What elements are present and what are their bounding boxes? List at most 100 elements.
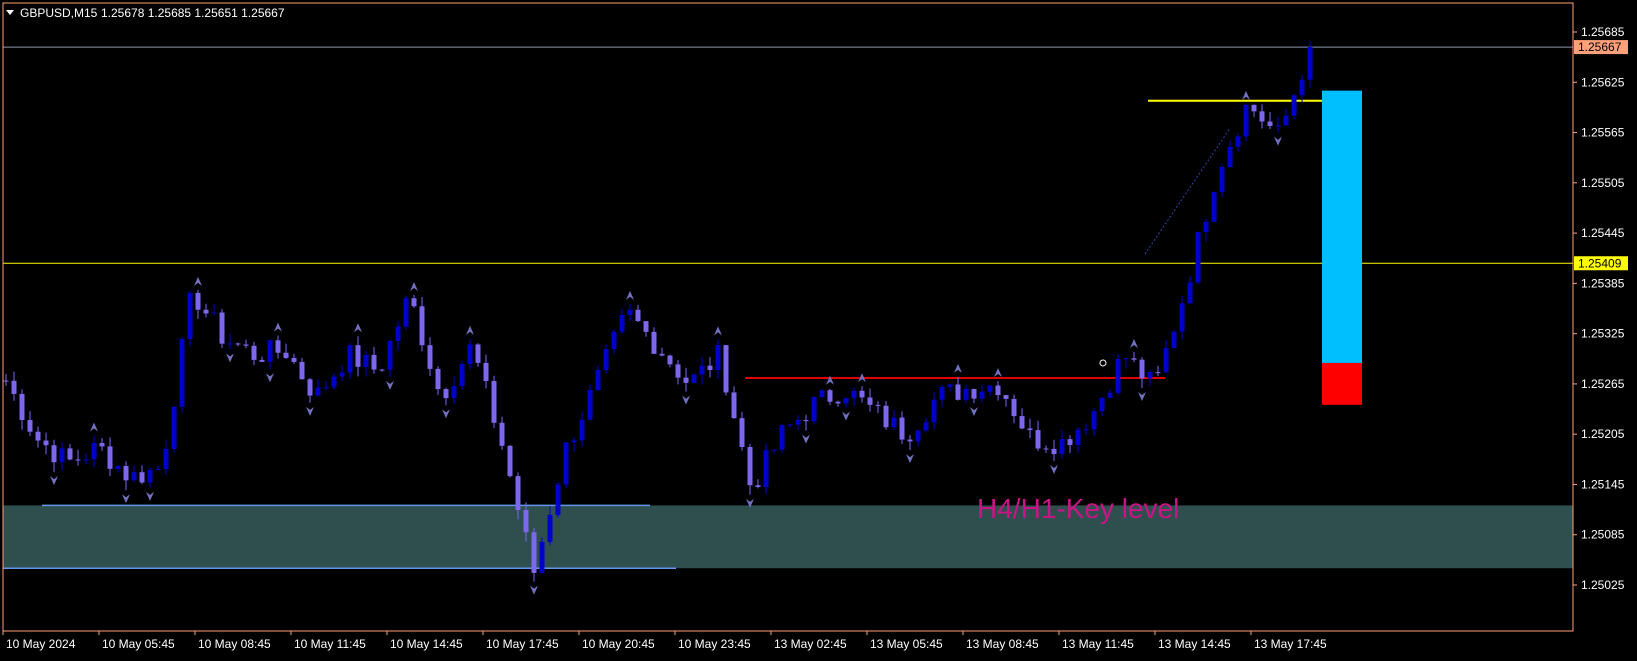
candle-body [851, 390, 857, 399]
candle-body [1019, 416, 1025, 429]
candle-body [67, 448, 73, 460]
candle-body [523, 509, 529, 533]
candle [171, 406, 177, 453]
candle-body [99, 443, 105, 447]
current-price-tag-text: 1.25667 [1578, 40, 1622, 54]
candle-body [171, 406, 177, 449]
candle [763, 443, 769, 495]
candle-body [971, 388, 977, 399]
candle-body [283, 352, 289, 358]
candle-body [1259, 111, 1265, 122]
candle-body [907, 439, 913, 442]
candle-body [571, 440, 577, 443]
candle [723, 344, 729, 396]
candle-body [395, 326, 401, 341]
candle-body [115, 465, 121, 469]
candle-body [163, 448, 169, 470]
candle-body [1083, 429, 1089, 431]
candle [563, 441, 569, 488]
candle-body [547, 515, 553, 542]
candle-body [1131, 358, 1137, 360]
x-tick-label: 10 May 11:45 [294, 637, 366, 651]
candle-body [563, 442, 569, 485]
y-tick-label: 1.25685 [1581, 25, 1625, 39]
candle-body [331, 376, 337, 388]
candle-body [763, 450, 769, 487]
current-price-tag: 1.25667 [1574, 40, 1628, 55]
candle-body [579, 419, 585, 441]
x-tick-label: 10 May 23:45 [678, 637, 751, 651]
candle-body [1099, 397, 1105, 412]
candle-body [1115, 358, 1121, 393]
candle-body [187, 292, 193, 339]
candle-body [939, 386, 945, 400]
candle-body [1051, 448, 1057, 455]
candle-body [587, 389, 593, 420]
candle-body [11, 380, 17, 394]
candle-body [1043, 448, 1049, 450]
candle-body [595, 370, 601, 390]
candle-body [1195, 231, 1201, 283]
candle-body [731, 392, 737, 419]
yellow-level-tag: 1.25409 [1574, 256, 1628, 271]
candle-body [787, 424, 793, 426]
candle-body [947, 384, 953, 387]
price-chart[interactable]: H4/H1-Key level 1.25685 1.25625 1.25565 1.2… [0, 0, 1637, 656]
candle [179, 337, 185, 414]
candle [811, 396, 817, 425]
candle-body [323, 387, 329, 389]
candle-body [443, 389, 449, 399]
candle-body [139, 472, 145, 483]
candle-body [715, 345, 721, 370]
candle-body [1307, 47, 1313, 80]
y-tick-label: 1.25205 [1581, 427, 1625, 441]
candle-body [203, 309, 209, 314]
stop-box [1322, 362, 1362, 405]
candle-body [299, 361, 305, 380]
candle-body [987, 385, 993, 392]
candle-body [867, 397, 873, 405]
candle [507, 444, 513, 478]
candle-body [347, 345, 353, 373]
y-tick-label: 1.25445 [1581, 226, 1625, 240]
x-tick-label: 13 May 02:45 [774, 637, 847, 651]
candle-body [83, 459, 89, 461]
x-tick-label: 13 May 08:45 [966, 637, 1039, 651]
candle-body [627, 309, 633, 315]
candle-body [555, 484, 561, 516]
candle-body [1027, 428, 1033, 431]
candle [1195, 231, 1201, 285]
candle-body [963, 388, 969, 400]
candle-body [1011, 398, 1017, 417]
candle-body [1123, 358, 1129, 360]
candle-body [35, 431, 41, 441]
candle-body [435, 368, 441, 390]
candle-body [1203, 221, 1209, 232]
candle-body [1275, 125, 1281, 127]
candle-body [995, 385, 1001, 396]
candle-body [1139, 359, 1145, 379]
candle-body [251, 345, 257, 360]
candle-body [643, 321, 649, 332]
candle-body [803, 420, 809, 422]
candle-body [411, 298, 417, 307]
x-tick-label: 10 May 17:45 [486, 637, 559, 651]
x-tick-label: 13 May 14:45 [1158, 637, 1231, 651]
candle-body [59, 448, 65, 463]
symbol-timeframe-label: GBPUSD,M15 [20, 6, 98, 20]
candle-body [795, 420, 801, 425]
candle-body [403, 298, 409, 327]
candle-body [1163, 348, 1169, 373]
y-tick-label: 1.25505 [1581, 176, 1625, 190]
y-tick-label: 1.25385 [1581, 276, 1625, 290]
y-tick-label: 1.25325 [1581, 327, 1625, 341]
candle-body [827, 390, 833, 402]
candle-body [739, 418, 745, 448]
y-tick-label: 1.25565 [1581, 126, 1625, 140]
candle-body [275, 340, 281, 353]
candle-body [211, 312, 217, 314]
candle-body [531, 532, 537, 573]
x-tick-label: 10 May 14:45 [390, 637, 463, 651]
candle-body [675, 364, 681, 378]
candle-body [307, 379, 313, 396]
